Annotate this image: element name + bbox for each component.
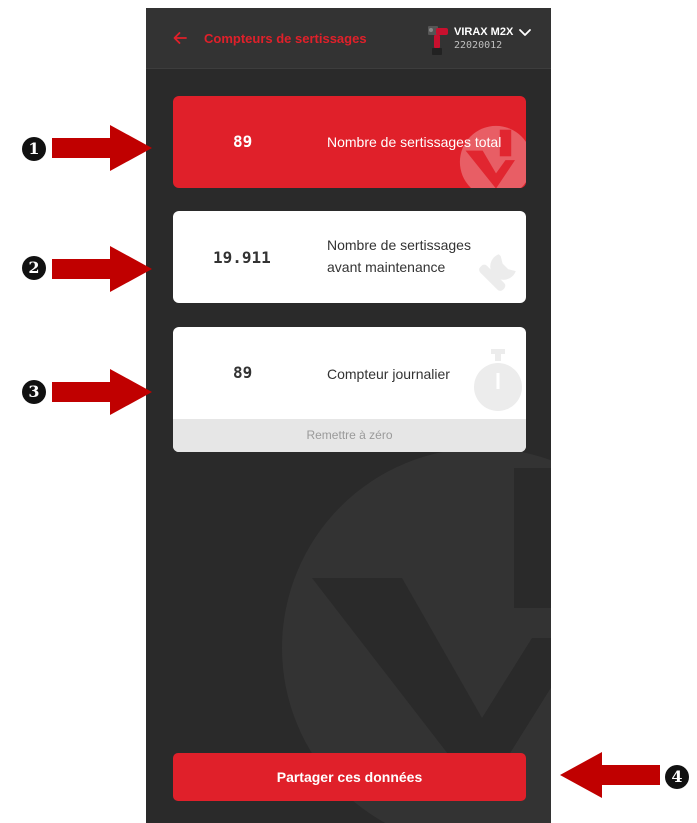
callout-badge-2: 2 — [22, 256, 46, 280]
page-title: Compteurs de sertissages — [204, 31, 367, 46]
maintenance-count-value: 19.911 — [213, 248, 271, 267]
chevron-down-icon[interactable] — [518, 28, 532, 38]
app-screen: Compteurs de sertissages VIRAX M2X 22020… — [146, 8, 551, 823]
device-serial: 22020012 — [454, 40, 503, 51]
callout-badge-1: 1 — [22, 137, 46, 161]
arrow-right-icon — [52, 125, 152, 171]
share-data-button[interactable]: Partager ces données — [173, 753, 526, 801]
arrow-right-icon — [52, 246, 152, 292]
callout-badge-4: 4 — [665, 765, 689, 789]
arrow-right-icon — [52, 369, 152, 415]
maintenance-count-label: Nombre de sertissages avant maintenance — [327, 237, 471, 275]
total-count-value: 89 — [233, 132, 253, 151]
app-header: Compteurs de sertissages VIRAX M2X 22020… — [146, 8, 551, 69]
arrow-left-icon[interactable] — [172, 30, 188, 46]
daily-count-label: Compteur journalier — [327, 366, 450, 382]
daily-count-value: 89 — [233, 363, 253, 382]
crimping-tool-icon — [428, 26, 448, 55]
total-counter-card: 89 Nombre de sertissages total — [173, 96, 526, 188]
reset-daily-counter-button[interactable]: Remettre à zéro — [173, 419, 526, 452]
device-name[interactable]: VIRAX M2X — [454, 26, 513, 38]
maintenance-counter-card: 19.911 Nombre de sertissages avant maint… — [173, 211, 526, 303]
arrow-left-icon — [560, 752, 660, 798]
total-count-label: Nombre de sertissages total — [327, 134, 502, 150]
daily-counter-card: 89 Compteur journalier Remettre à zéro — [173, 327, 526, 452]
stopwatch-icon — [474, 349, 522, 411]
callout-badge-3: 3 — [22, 380, 46, 404]
